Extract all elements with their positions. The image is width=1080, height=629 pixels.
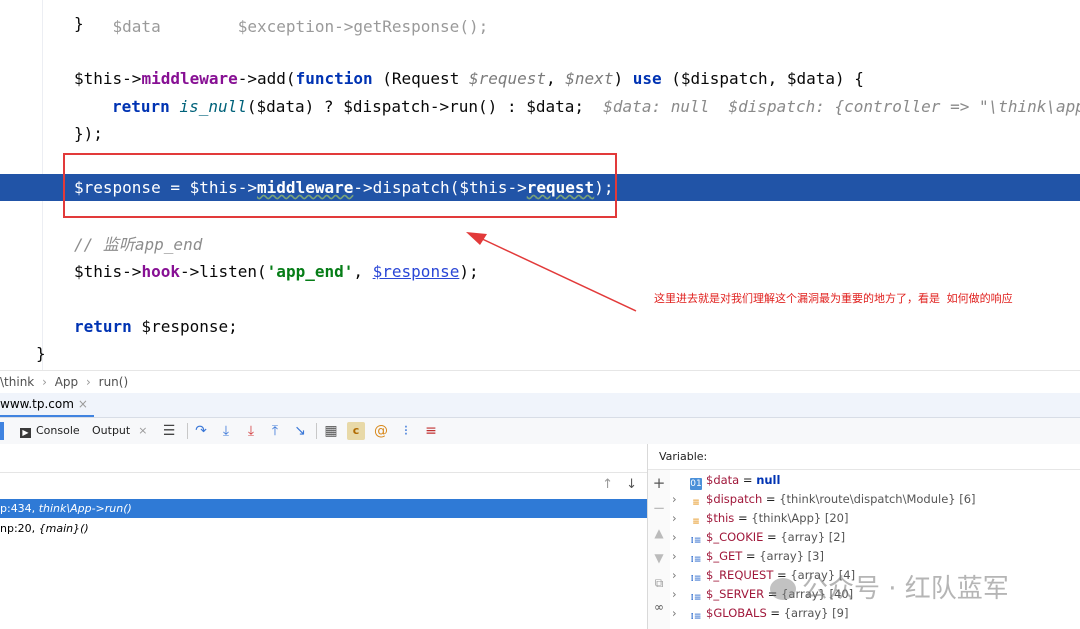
- output-tab[interactable]: Output ×: [92, 418, 147, 444]
- chevron-right-icon[interactable]: ›: [672, 585, 684, 604]
- wechat-icon: [770, 578, 796, 600]
- evaluate-expression-icon[interactable]: ▦: [322, 422, 340, 440]
- watch-icon[interactable]: @: [372, 422, 390, 440]
- remove-icon[interactable]: −: [652, 501, 666, 516]
- primitive-icon: 01: [690, 478, 702, 490]
- breadcrumb: \think › App › run(): [0, 370, 1080, 393]
- variable-row[interactable]: › ⁞≡ $GLOBALS = {array} [9]: [672, 604, 848, 623]
- debug-tab-bar: www.tp.com ×: [0, 393, 1080, 418]
- close-icon[interactable]: ×: [78, 397, 88, 411]
- array-icon: ⁞≡: [690, 536, 702, 546]
- debugger-toolbar: ▶ Console Output × ☰ ↷ ⤓ ⤓ ⤒ ↘ ▦ c @ ⁝ ≡: [0, 418, 1080, 445]
- variables-title: Variable:: [648, 444, 1080, 470]
- chevron-right-icon[interactable]: ›: [672, 528, 684, 547]
- code-editor[interactable]: $data $exception->getResponse(); } $this…: [0, 0, 1080, 370]
- chevron-right-icon[interactable]: ›: [672, 509, 684, 528]
- annotation-text: 这里进去就是对我们理解这个漏洞最为重要的地方了，看是 如何做的响应: [654, 292, 1013, 305]
- sort-list-icon[interactable]: ⁝: [397, 422, 415, 440]
- toolbar-divider: [316, 423, 317, 439]
- breadcrumb-separator: ›: [42, 375, 47, 389]
- array-icon: ⁞≡: [690, 612, 702, 622]
- chevron-right-icon[interactable]: ›: [672, 547, 684, 566]
- add-list-icon[interactable]: ≡: [422, 422, 440, 440]
- step-over-icon[interactable]: ↷: [192, 422, 210, 440]
- arrow-down-icon[interactable]: ↓: [626, 477, 637, 492]
- force-step-into-icon[interactable]: ⤓: [242, 422, 260, 440]
- variable-row[interactable]: 01 $data = null: [672, 471, 780, 490]
- close-icon[interactable]: ×: [138, 424, 147, 437]
- debugger-tab-selected-indicator: [0, 418, 8, 444]
- chevron-right-icon[interactable]: ›: [672, 566, 684, 585]
- watermark: 公众号 · 红队蓝军: [770, 568, 1009, 605]
- array-icon: ⁞≡: [690, 555, 702, 565]
- copy-icon[interactable]: ⧉: [652, 576, 666, 590]
- object-icon: ≡: [692, 498, 700, 508]
- variable-row[interactable]: › ≡ $this = {think\App} [20]: [672, 509, 848, 528]
- frames-header: ↑ ↓: [0, 472, 647, 500]
- add-watch-icon[interactable]: +: [652, 476, 666, 491]
- chevron-right-icon[interactable]: ›: [672, 604, 684, 623]
- variables-side-toolbar: + − ▲ ▼ ⧉ ∞: [648, 470, 670, 629]
- breadcrumb-class[interactable]: App: [55, 375, 78, 389]
- toolbar-divider: [187, 423, 188, 439]
- frames-list-icon[interactable]: ☰: [160, 422, 178, 440]
- array-icon: ⁞≡: [690, 574, 702, 584]
- breadcrumb-namespace[interactable]: \think: [0, 375, 34, 389]
- show-values-icon[interactable]: ∞: [652, 600, 666, 614]
- frames-panel: ↑ ↓ p:434, think\App->run() np:20, {main…: [0, 444, 648, 629]
- breadcrumb-method[interactable]: run(): [99, 375, 129, 389]
- variable-row[interactable]: › ⁞≡ $_GET = {array} [3]: [672, 547, 824, 566]
- frame-row[interactable]: p:434, think\App->run(): [0, 499, 647, 518]
- breadcrumb-separator: ›: [86, 375, 91, 389]
- frame-row[interactable]: np:20, {main}(): [0, 519, 647, 538]
- variable-row[interactable]: › ≡ $dispatch = {think\route\dispatch\Modu…: [672, 490, 976, 509]
- array-icon: ⁞≡: [690, 593, 702, 603]
- object-icon: ≡: [692, 517, 700, 527]
- move-down-icon[interactable]: ▼: [652, 551, 666, 565]
- class-constants-icon[interactable]: c: [347, 422, 365, 440]
- arrow-up-icon[interactable]: ↑: [602, 477, 613, 492]
- console-tab[interactable]: ▶ Console: [20, 418, 80, 444]
- debug-session-tab[interactable]: www.tp.com ×: [0, 393, 94, 417]
- console-icon: ▶: [20, 428, 31, 438]
- step-out-icon[interactable]: ⤒: [266, 422, 284, 440]
- variable-row[interactable]: › ⁞≡ $_COOKIE = {array} [2]: [672, 528, 845, 547]
- run-to-cursor-icon[interactable]: ↘: [291, 422, 309, 440]
- step-into-icon[interactable]: ⤓: [217, 422, 235, 440]
- annotation-arrow: [466, 232, 637, 312]
- chevron-right-icon[interactable]: ›: [672, 490, 684, 509]
- move-up-icon[interactable]: ▲: [652, 526, 666, 540]
